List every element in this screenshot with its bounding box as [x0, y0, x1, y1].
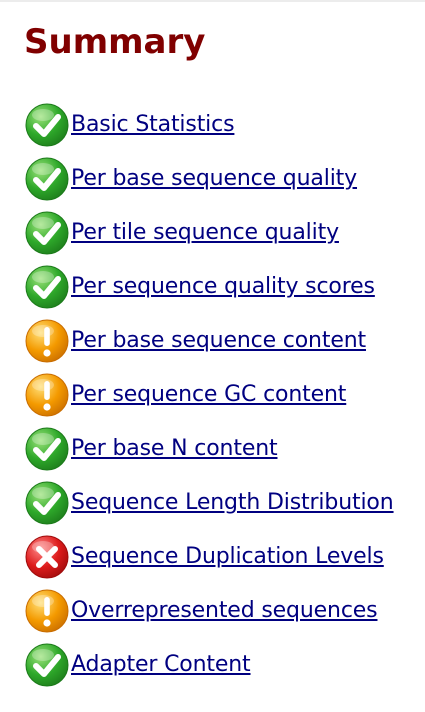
module-link-sequence-length-distribution[interactable]: Sequence Length Distribution [71, 489, 394, 517]
module-link-overrepresented-sequences[interactable]: Overrepresented sequences [71, 597, 378, 625]
tick-icon [24, 426, 70, 472]
module-item-per-base-sequence-content: Per base sequence content [24, 314, 394, 368]
module-item-per-sequence-gc-content: Per sequence GC content [24, 368, 394, 422]
module-link-per-base-sequence-quality[interactable]: Per base sequence quality [71, 165, 357, 193]
module-item-sequence-length-distribution: Sequence Length Distribution [24, 476, 394, 530]
tick-icon [24, 480, 70, 526]
module-link-sequence-duplication-levels[interactable]: Sequence Duplication Levels [71, 543, 384, 571]
module-item-per-tile-sequence-quality: Per tile sequence quality [24, 206, 394, 260]
module-item-sequence-duplication-levels: Sequence Duplication Levels [24, 530, 394, 584]
module-item-per-base-n-content: Per base N content [24, 422, 394, 476]
module-link-per-base-n-content[interactable]: Per base N content [71, 435, 278, 463]
top-divider [0, 0, 425, 2]
warning-icon [24, 588, 70, 634]
module-item-per-sequence-quality-scores: Per sequence quality scores [24, 260, 394, 314]
tick-icon [24, 156, 70, 202]
module-item-basic-statistics: Basic Statistics [24, 98, 394, 152]
module-link-adapter-content[interactable]: Adapter Content [71, 651, 251, 679]
module-link-basic-statistics[interactable]: Basic Statistics [71, 111, 235, 139]
tick-icon [24, 102, 70, 148]
module-list: Basic Statistics Per base sequence quali… [24, 98, 394, 692]
module-link-per-sequence-quality-scores[interactable]: Per sequence quality scores [71, 273, 375, 301]
module-item-overrepresented-sequences: Overrepresented sequences [24, 584, 394, 638]
module-link-per-base-sequence-content[interactable]: Per base sequence content [71, 327, 366, 355]
module-link-per-tile-sequence-quality[interactable]: Per tile sequence quality [71, 219, 339, 247]
module-link-per-sequence-gc-content[interactable]: Per sequence GC content [71, 381, 346, 409]
tick-icon [24, 210, 70, 256]
summary-panel: Summary Basic Statistics Per base sequen… [0, 0, 425, 712]
error-icon [24, 534, 70, 580]
module-item-per-base-sequence-quality: Per base sequence quality [24, 152, 394, 206]
warning-icon [24, 318, 70, 364]
warning-icon [24, 372, 70, 418]
summary-title: Summary [24, 22, 206, 62]
tick-icon [24, 642, 70, 688]
module-item-adapter-content: Adapter Content [24, 638, 394, 692]
tick-icon [24, 264, 70, 310]
